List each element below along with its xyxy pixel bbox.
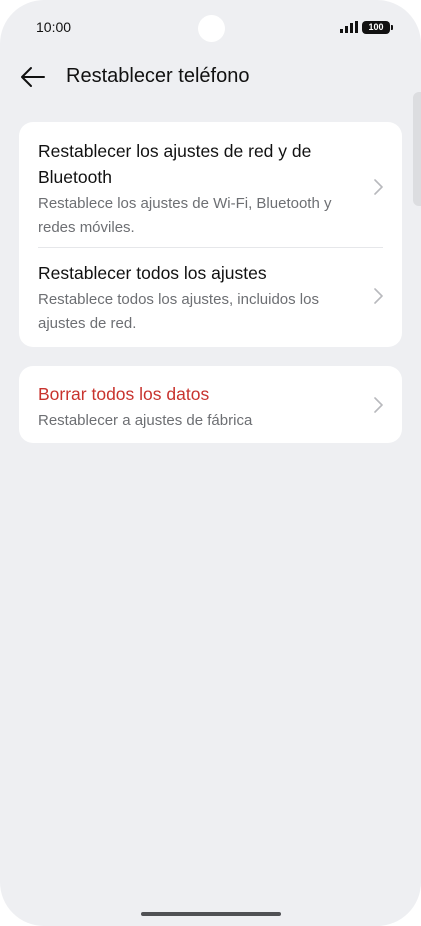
battery-level: 100	[368, 22, 384, 32]
home-indicator[interactable]	[141, 912, 281, 916]
item-subtitle: Restablece los ajustes de Wi-Fi, Bluetoo…	[38, 195, 332, 236]
status-time: 10:00	[36, 19, 72, 35]
erase-all-data-item[interactable]: Borrar todos los datos Restablecer a aju…	[19, 366, 402, 443]
battery-icon: 100	[362, 21, 393, 34]
page-title: Restablecer teléfono	[66, 65, 250, 87]
chevron-right-icon	[374, 179, 383, 195]
item-subtitle: Restablece todos los ajustes, incluidos …	[38, 291, 319, 332]
cellular-signal-icon	[340, 21, 358, 33]
erase-data-card: Borrar todos los datos Restablecer a aju…	[19, 366, 402, 443]
item-title: Restablecer los ajustes de red y de Blue…	[38, 141, 312, 187]
chevron-right-icon	[374, 397, 383, 413]
item-title: Borrar todos los datos	[38, 384, 210, 404]
item-subtitle: Restablecer a ajustes de fábrica	[38, 412, 253, 429]
reset-options-card: Restablecer los ajustes de red y de Blue…	[19, 122, 402, 347]
status-bar: 10:00 100	[0, 0, 421, 56]
item-title: Restablecer todos los ajustes	[38, 263, 267, 283]
reset-network-bluetooth-item[interactable]: Restablecer los ajustes de red y de Blue…	[19, 122, 402, 247]
arrow-left-icon[interactable]	[20, 64, 46, 90]
front-camera-cutout	[198, 15, 225, 42]
scroll-handle[interactable]	[413, 92, 421, 206]
phone-screen: 10:00 100 Restablecer teléfono Restablec…	[0, 0, 421, 926]
reset-all-settings-item[interactable]: Restablecer todos los ajustes Restablece…	[19, 248, 402, 346]
top-app-bar: Restablecer teléfono	[0, 58, 421, 98]
chevron-right-icon	[374, 288, 383, 304]
